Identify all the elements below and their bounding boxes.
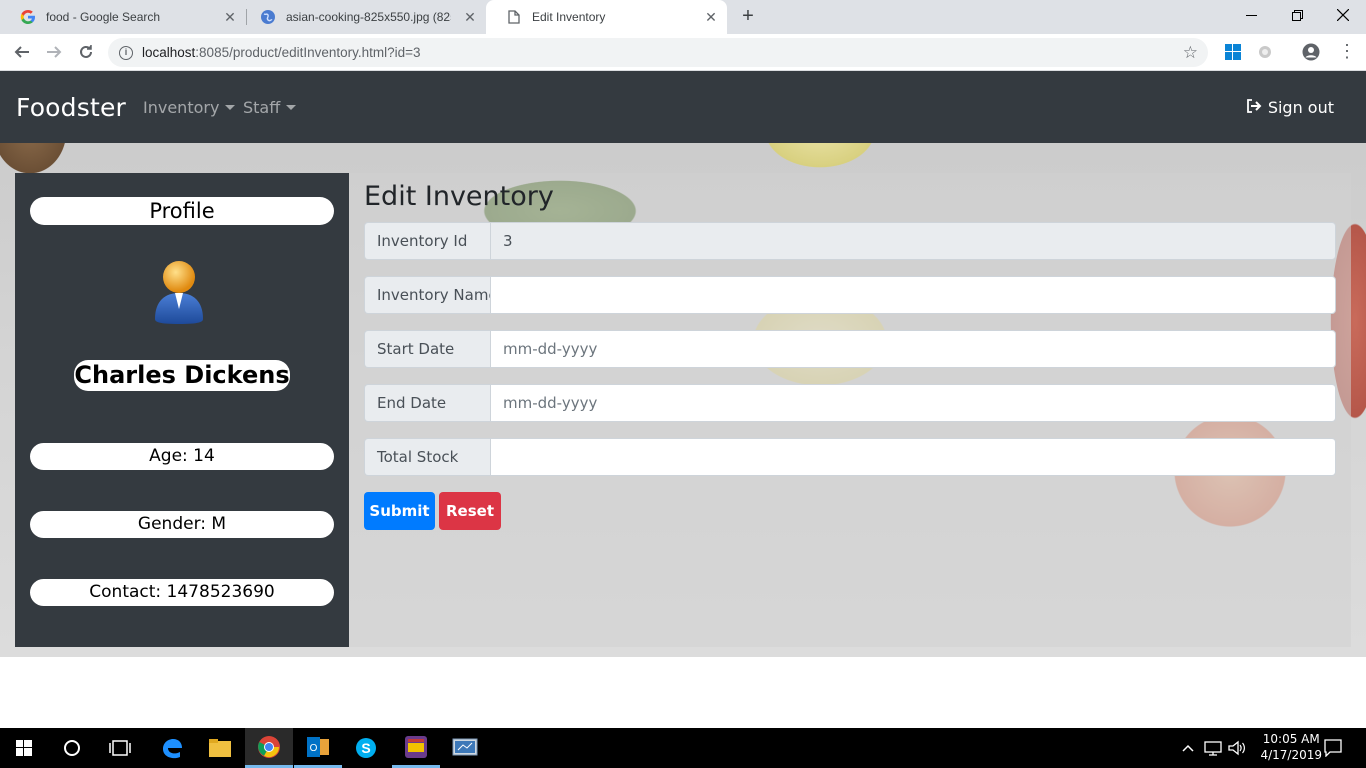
total-stock-row: Total Stock: [364, 438, 1336, 476]
tab-edit-inventory[interactable]: Edit Inventory ✕: [486, 0, 727, 34]
inventory-name-label: Inventory Name: [364, 276, 498, 314]
chevron-up-icon[interactable]: [1182, 741, 1194, 755]
inventory-id-label: Inventory Id: [364, 222, 490, 260]
tab-title: food - Google Search: [46, 10, 161, 24]
nav-staff-label: Staff: [243, 98, 281, 117]
total-stock-label: Total Stock: [364, 438, 490, 476]
end-date-row: End Date: [364, 384, 1336, 422]
profile-panel: Profile Charles Dickens Age: 14 Gender: …: [15, 173, 349, 647]
page-icon: [506, 9, 522, 25]
reload-icon[interactable]: [74, 40, 98, 64]
submit-button[interactable]: Submit: [364, 492, 435, 530]
caret-down-icon: [225, 105, 236, 110]
remote-desktop-icon[interactable]: [441, 728, 489, 768]
nav-inventory-dropdown[interactable]: Inventory: [143, 98, 236, 117]
sign-out-label: Sign out: [1267, 98, 1334, 117]
inventory-id-row: Inventory Id: [364, 222, 1336, 260]
start-date-label: Start Date: [364, 330, 490, 368]
inventory-id-input[interactable]: [490, 222, 1336, 260]
system-clock[interactable]: 10:05 AM 4/17/2019: [1260, 731, 1322, 763]
extension-circle-icon[interactable]: [1257, 44, 1273, 65]
profile-gender: Gender: M: [30, 511, 334, 538]
action-center-icon[interactable]: [1324, 739, 1342, 762]
edge-browser-icon[interactable]: [148, 728, 196, 768]
file-explorer-icon[interactable]: [196, 728, 244, 768]
end-date-label: End Date: [364, 384, 490, 422]
svg-text:S: S: [361, 740, 370, 756]
tab-title: asian-cooking-825x550.jpg (825×: [286, 10, 451, 24]
outlook-icon[interactable]: O: [294, 728, 342, 768]
page-title: Edit Inventory: [364, 181, 554, 212]
volume-icon[interactable]: [1228, 740, 1246, 761]
network-icon[interactable]: [1204, 740, 1222, 761]
svg-text:O: O: [310, 743, 318, 754]
profile-heading: Profile: [30, 197, 334, 225]
menu-dots-icon[interactable]: ⋮: [1338, 40, 1356, 62]
windows-extension-icon[interactable]: [1225, 44, 1241, 65]
browser-tab-strip: food - Google Search ✕ asian-cooking-825…: [0, 0, 1366, 34]
profile-name: Charles Dickens: [74, 360, 290, 391]
close-tab-icon[interactable]: ✕: [703, 9, 719, 25]
clock-time: 10:05 AM: [1262, 732, 1320, 746]
cortana-search-icon[interactable]: [48, 728, 96, 768]
close-tab-icon[interactable]: ✕: [462, 9, 478, 25]
google-icon: [20, 9, 36, 25]
nav-inventory-label: Inventory: [143, 98, 220, 117]
chrome-taskbar-icon[interactable]: [245, 728, 293, 768]
nav-staff-dropdown[interactable]: Staff: [243, 98, 297, 117]
restore-icon[interactable]: [1274, 0, 1320, 30]
start-date-input[interactable]: [490, 330, 1336, 368]
url-host: localhost: [142, 45, 196, 60]
globe-icon: [260, 9, 276, 25]
tab-google-search[interactable]: food - Google Search ✕: [0, 0, 246, 34]
new-tab-icon[interactable]: +: [737, 5, 759, 27]
account-icon[interactable]: [1302, 43, 1320, 66]
brand-logo[interactable]: Foodster: [16, 93, 126, 122]
back-icon[interactable]: [10, 40, 34, 64]
profile-contact: Contact: 1478523690: [30, 579, 334, 606]
minimize-icon[interactable]: [1228, 0, 1274, 30]
info-icon[interactable]: i: [119, 45, 133, 60]
reset-button[interactable]: Reset: [439, 492, 501, 530]
app-navbar: Foodster Inventory Staff Sign out: [0, 71, 1366, 143]
url-path: :8085/product/editInventory.html?id=3: [195, 45, 421, 60]
address-bar[interactable]: i localhost:8085/product/editInventory.h…: [108, 38, 1208, 67]
clock-date: 4/17/2019: [1260, 748, 1322, 762]
inventory-name-row: Inventory Name: [364, 276, 1336, 314]
total-stock-input[interactable]: [490, 438, 1336, 476]
tab-title: Edit Inventory: [532, 10, 606, 24]
close-window-icon[interactable]: [1320, 0, 1366, 30]
profile-age: Age: 14: [30, 443, 334, 470]
sign-out-icon: [1246, 98, 1262, 117]
caret-down-icon: [286, 105, 297, 110]
forward-icon[interactable]: [42, 40, 66, 64]
end-date-input[interactable]: [490, 384, 1336, 422]
user-avatar-icon: [149, 257, 209, 330]
start-date-row: Start Date: [364, 330, 1336, 368]
game-app-icon[interactable]: [392, 728, 440, 768]
inventory-name-input[interactable]: [490, 276, 1336, 314]
windows-taskbar: O S 10:05 AM 4/17/2019: [0, 728, 1366, 768]
close-tab-icon[interactable]: ✕: [222, 9, 238, 25]
sign-out-link[interactable]: Sign out: [1246, 98, 1334, 117]
url-text: localhost:8085/product/editInventory.htm…: [142, 45, 421, 60]
bookmark-star-icon[interactable]: ☆: [1183, 43, 1198, 63]
tab-image[interactable]: asian-cooking-825x550.jpg (825× ✕: [240, 0, 486, 34]
task-view-icon[interactable]: [96, 728, 144, 768]
windows-start-icon[interactable]: [0, 728, 48, 768]
skype-icon[interactable]: S: [342, 728, 390, 768]
browser-toolbar: i localhost:8085/product/editInventory.h…: [0, 34, 1366, 71]
